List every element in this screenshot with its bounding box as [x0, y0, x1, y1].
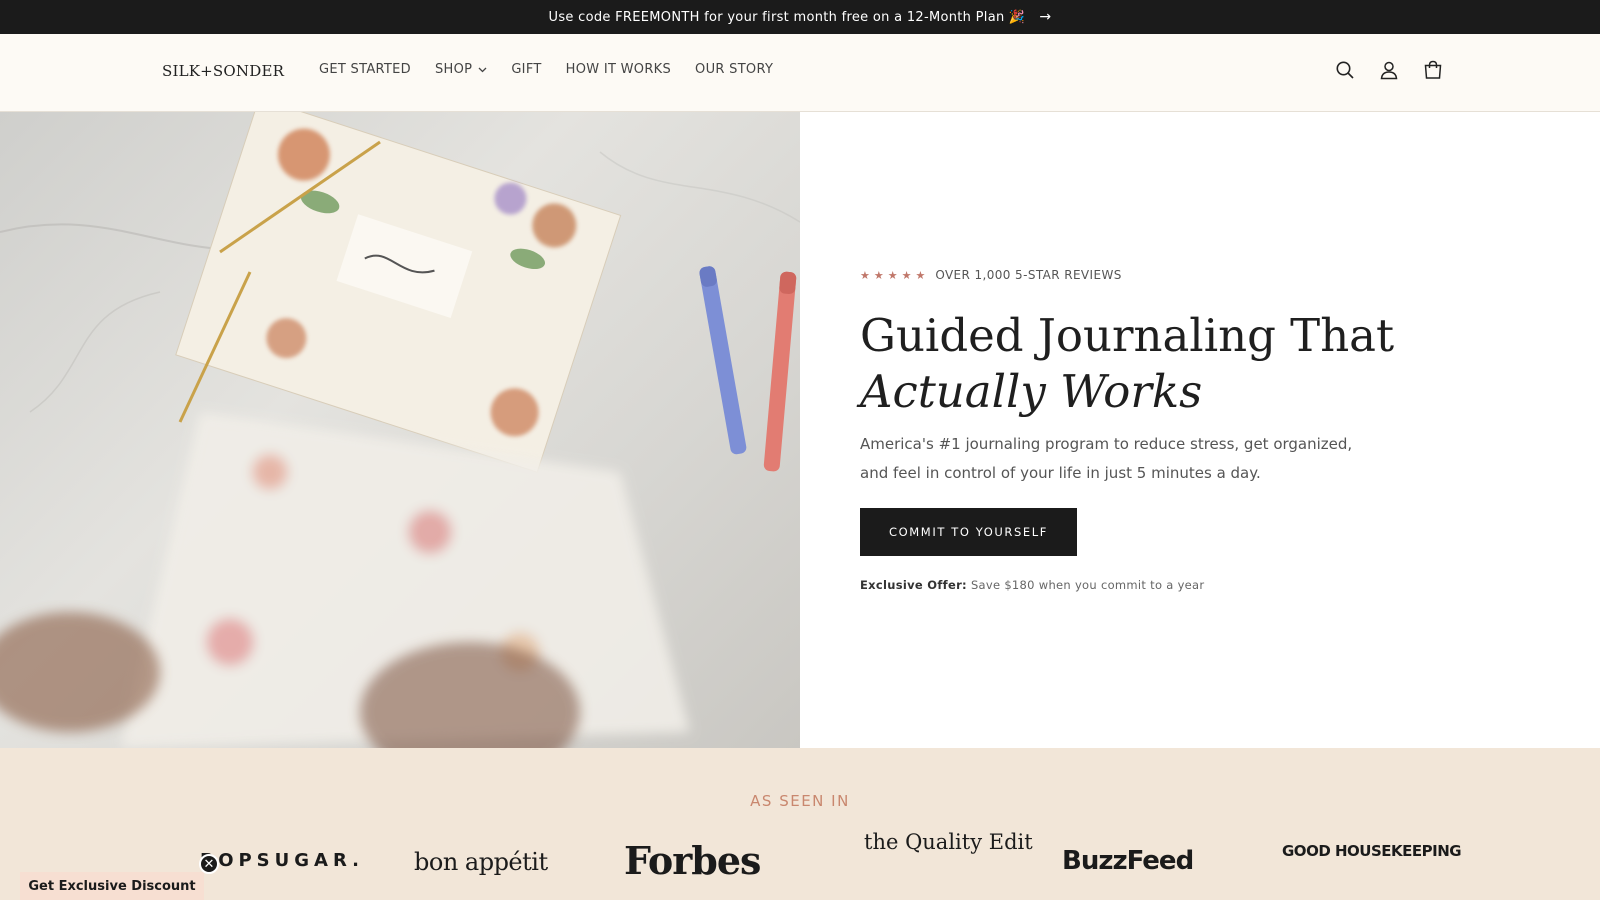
hero-content: ★★★★★ OVER 1,000 5-STAR REVIEWS Guided J…	[800, 112, 1600, 748]
quality-edit-logo: the Quality Edit	[864, 830, 1033, 854]
exclusive-discount-tab[interactable]: Get Exclusive Discount	[20, 872, 204, 900]
popsugar-logo: POPSUGAR.	[200, 850, 365, 871]
headline-line-1: Guided Journaling That	[860, 309, 1395, 362]
reviews-text: OVER 1,000 5-STAR REVIEWS	[935, 268, 1122, 282]
nav-label: OUR STORY	[695, 62, 774, 77]
chevron-down-icon	[478, 66, 487, 76]
nav-item-get-started[interactable]: GET STARTED	[319, 62, 411, 77]
cart-icon[interactable]	[1422, 59, 1444, 81]
reviews-badge: ★★★★★ OVER 1,000 5-STAR REVIEWS	[860, 268, 1122, 282]
nav-item-shop[interactable]: SHOP	[435, 62, 487, 77]
main-nav: GET STARTED SHOP GIFT HOW IT WORKS OUR S…	[319, 62, 797, 77]
hero-headline: Guided Journaling That Actually Works	[860, 308, 1560, 420]
hero-section: ★★★★★ OVER 1,000 5-STAR REVIEWS Guided J…	[0, 112, 1600, 748]
arrow-right-icon[interactable]: →	[1039, 9, 1051, 25]
account-icon[interactable]	[1378, 59, 1400, 81]
logo[interactable]: SILK+SONDER	[162, 62, 284, 80]
nav-label: HOW IT WORKS	[565, 62, 672, 77]
site-header: SILK+SONDER GET STARTED SHOP GIFT HOW IT…	[0, 34, 1600, 112]
offer-label: Exclusive Offer:	[860, 578, 967, 592]
nav-item-our-story[interactable]: OUR STORY	[695, 62, 773, 77]
exclusive-offer: Exclusive Offer: Save $180 when you comm…	[860, 578, 1204, 592]
nav-label: SHOP	[435, 62, 473, 77]
press-title: AS SEEN IN	[750, 792, 850, 810]
hero-subtext: America's #1 journaling program to reduc…	[860, 435, 1353, 482]
hero-image	[0, 112, 800, 748]
forbes-logo: Forbes	[624, 838, 761, 883]
buzzfeed-logo: BuzzFeed	[1062, 846, 1194, 876]
bon-appetit-logo: bon appétit	[414, 848, 548, 876]
offer-text: Save $180 when you commit to a year	[970, 578, 1205, 592]
search-icon[interactable]	[1334, 59, 1356, 81]
commit-button[interactable]: COMMIT TO YOURSELF	[860, 508, 1077, 556]
press-logos: POPSUGAR. bon appétit Forbes the Quality…	[0, 832, 1600, 900]
star-rating-icon: ★★★★★	[860, 268, 930, 282]
nav-label: GIFT	[511, 62, 542, 77]
headline-line-2: Actually Works	[860, 365, 1203, 418]
nav-item-gift[interactable]: GIFT	[511, 62, 541, 77]
close-icon[interactable]: ✕	[199, 854, 219, 874]
nav-item-how-it-works[interactable]: HOW IT WORKS	[566, 62, 671, 77]
press-section: AS SEEN IN POPSUGAR. bon appétit Forbes …	[0, 748, 1600, 900]
header-icons	[1334, 59, 1444, 81]
nav-label: GET STARTED	[319, 62, 411, 77]
announcement-text: Use code FREEMONTH for your first month …	[548, 9, 1026, 25]
good-housekeeping-logo: GOOD HOUSEKEEPING	[1282, 842, 1462, 860]
announcement-bar[interactable]: Use code FREEMONTH for your first month …	[0, 0, 1600, 34]
